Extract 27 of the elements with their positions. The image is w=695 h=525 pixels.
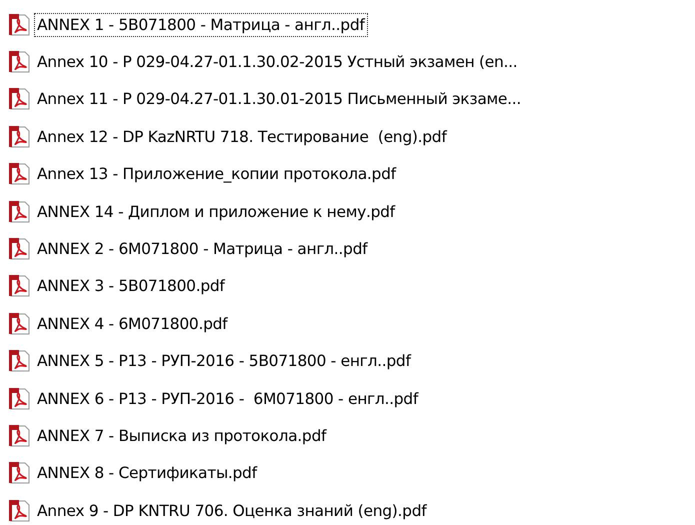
file-name[interactable]: ANNEX 7 - Выписка из протокола.pdf [34,424,330,448]
pdf-file-icon [8,237,32,262]
pdf-file-icon [8,50,32,74]
pdf-file-icon [8,12,32,37]
file-name[interactable]: Annex 10 - P 029-04.27-01.1.30.02-2015 Устный экзамен (en... [34,50,520,74]
file-name[interactable]: ANNEX 6 - P13 - РУП-2016 - 6M071800 - енгл..pdf [34,386,421,411]
pdf-file-icon [8,349,32,374]
file-name[interactable]: ANNEX 1 - 5B071800 - Матрица - англ..pdf [34,12,368,37]
pdf-file-icon [8,312,32,336]
pdf-file-icon [8,461,32,486]
file-name[interactable]: ANNEX 8 - Сертификаты.pdf [34,461,260,486]
file-name[interactable]: Annex 13 - Приложение_копии протокола.pdf [34,162,399,186]
pdf-file-icon [8,274,32,298]
file-name[interactable]: Annex 9 - DP KNTRU 706. Оценка знаний (eng).pdf [34,498,430,523]
pdf-file-icon [8,200,32,224]
pdf-file-icon [8,386,32,411]
pdf-file-icon [8,87,32,112]
file-name[interactable]: Annex 12 - DP KazNRTU 718. Тестирование (eng).pdf [34,124,450,149]
file-name[interactable]: ANNEX 2 - 6M071800 - Матрица - англ..pdf [34,237,370,262]
file-name[interactable]: Annex 11 - P 029-04.27-01.1.30.01-2015 Письменный экзаме... [34,87,524,112]
file-name[interactable]: ANNEX 4 - 6M071800.pdf [34,312,230,336]
pdf-file-icon [8,424,32,448]
file-name[interactable]: ANNEX 14 - Диплом и приложение к нему.pdf [34,200,398,224]
file-name[interactable]: ANNEX 3 - 5B071800.pdf [34,274,228,298]
pdf-file-icon [8,124,32,149]
pdf-file-icon [8,162,32,186]
file-name[interactable]: ANNEX 5 - P13 - РУП-2016 - 5B071800 - енгл..pdf [34,349,414,374]
